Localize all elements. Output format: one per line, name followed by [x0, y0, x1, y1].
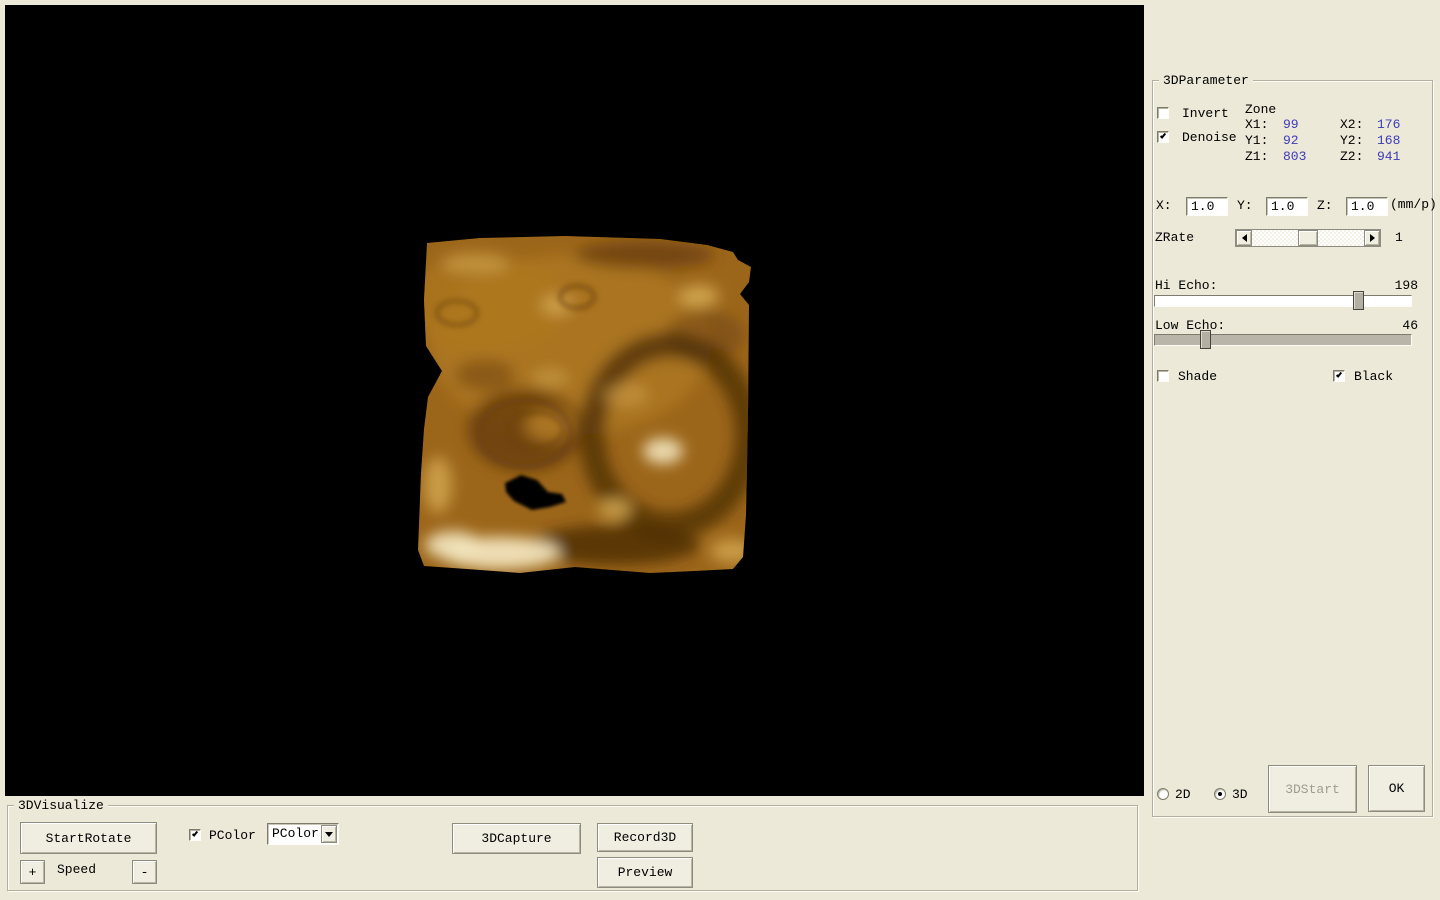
- black-label: Black: [1354, 369, 1393, 384]
- low-echo-slider-thumb[interactable]: [1200, 330, 1211, 349]
- low-echo-value: 46: [1378, 318, 1418, 333]
- speed-minus-button[interactable]: -: [132, 860, 157, 884]
- group-3dvisualize-title: 3DVisualize: [14, 798, 108, 813]
- invert-label: Invert: [1182, 106, 1229, 121]
- zone-z1-value: 803: [1283, 149, 1306, 164]
- mode-2d-label: 2D: [1175, 787, 1191, 802]
- record3d-button[interactable]: Record3D: [597, 823, 693, 852]
- mode-3d-label: 3D: [1232, 787, 1248, 802]
- check-icon: [1160, 132, 1166, 139]
- hi-echo-slider[interactable]: [1154, 295, 1412, 307]
- x-spacing-input[interactable]: [1186, 197, 1228, 216]
- group-3dparameter: 3DParameter: [1152, 80, 1433, 817]
- zone-y2-value: 168: [1377, 133, 1400, 148]
- zone-x1-value: 99: [1283, 117, 1299, 132]
- zone-z2-label: Z2:: [1340, 149, 1363, 164]
- ok-button[interactable]: OK: [1368, 765, 1425, 812]
- pcolor-combobox[interactable]: PColor: [267, 823, 339, 845]
- low-echo-label: Low Echo:: [1155, 318, 1225, 333]
- z-spacing-label: Z:: [1317, 198, 1333, 213]
- pcolor-combobox-value: PColor: [272, 826, 319, 842]
- denoise-label: Denoise: [1182, 130, 1237, 145]
- zone-x2-value: 176: [1377, 117, 1400, 132]
- z-spacing-input[interactable]: [1346, 197, 1388, 216]
- speed-label: Speed: [57, 862, 96, 877]
- zrate-value: 1: [1395, 230, 1403, 245]
- mode-3d-radio[interactable]: [1214, 788, 1226, 800]
- zone-y1-value: 92: [1283, 133, 1299, 148]
- radio-dot-icon: [1218, 792, 1222, 796]
- group-3dparameter-title: 3DParameter: [1159, 73, 1253, 88]
- shade-label: Shade: [1178, 369, 1217, 384]
- pcolor-label: PColor: [209, 828, 256, 843]
- 3dstart-button[interactable]: 3DStart: [1268, 765, 1357, 813]
- zone-x1-label: X1:: [1245, 117, 1268, 132]
- hi-echo-slider-thumb[interactable]: [1353, 291, 1364, 310]
- black-checkbox[interactable]: [1333, 370, 1345, 382]
- denoise-checkbox[interactable]: [1157, 131, 1169, 143]
- pcolor-checkbox[interactable]: [189, 829, 201, 841]
- low-echo-slider-track[interactable]: [1154, 334, 1412, 346]
- zone-z1-label: Z1:: [1245, 149, 1268, 164]
- preview-button[interactable]: Preview: [597, 857, 693, 888]
- low-echo-slider[interactable]: [1154, 334, 1412, 346]
- zone-x2-label: X2:: [1340, 117, 1363, 132]
- zone-y1-label: Y1:: [1245, 133, 1268, 148]
- y-spacing-label: Y:: [1237, 198, 1253, 213]
- start-rotate-button[interactable]: StartRotate: [20, 822, 157, 854]
- app-window: { "colors": { "window_bg": "#ece9d8", "v…: [0, 0, 1440, 900]
- zrate-label: ZRate: [1155, 230, 1194, 245]
- mode-2d-radio[interactable]: [1157, 788, 1169, 800]
- y-spacing-input[interactable]: [1266, 197, 1308, 216]
- speed-plus-button[interactable]: +: [20, 860, 45, 884]
- zone-z2-value: 941: [1377, 149, 1400, 164]
- combobox-dropdown-icon[interactable]: [321, 825, 337, 843]
- check-icon: [192, 830, 198, 837]
- x-spacing-label: X:: [1156, 198, 1172, 213]
- 3dcapture-button[interactable]: 3DCapture: [452, 823, 581, 854]
- render-viewport[interactable]: [5, 5, 1144, 796]
- zrate-scroll-left-icon[interactable]: [1236, 230, 1252, 246]
- zrate-scrollbar[interactable]: [1235, 229, 1381, 247]
- zone-y2-label: Y2:: [1340, 133, 1363, 148]
- zone-label: Zone: [1245, 102, 1276, 117]
- hi-echo-label: Hi Echo:: [1155, 278, 1217, 293]
- invert-checkbox[interactable]: [1157, 107, 1169, 119]
- zrate-scrollbar-thumb[interactable]: [1298, 230, 1318, 246]
- zrate-scroll-right-icon[interactable]: [1364, 230, 1380, 246]
- ultrasound-render-image: [5, 5, 1144, 796]
- hi-echo-value: 198: [1378, 278, 1418, 293]
- spacing-unit-label: (mm/p): [1390, 197, 1437, 212]
- shade-checkbox[interactable]: [1157, 370, 1169, 382]
- hi-echo-slider-track[interactable]: [1154, 295, 1412, 307]
- check-icon: [1336, 371, 1342, 378]
